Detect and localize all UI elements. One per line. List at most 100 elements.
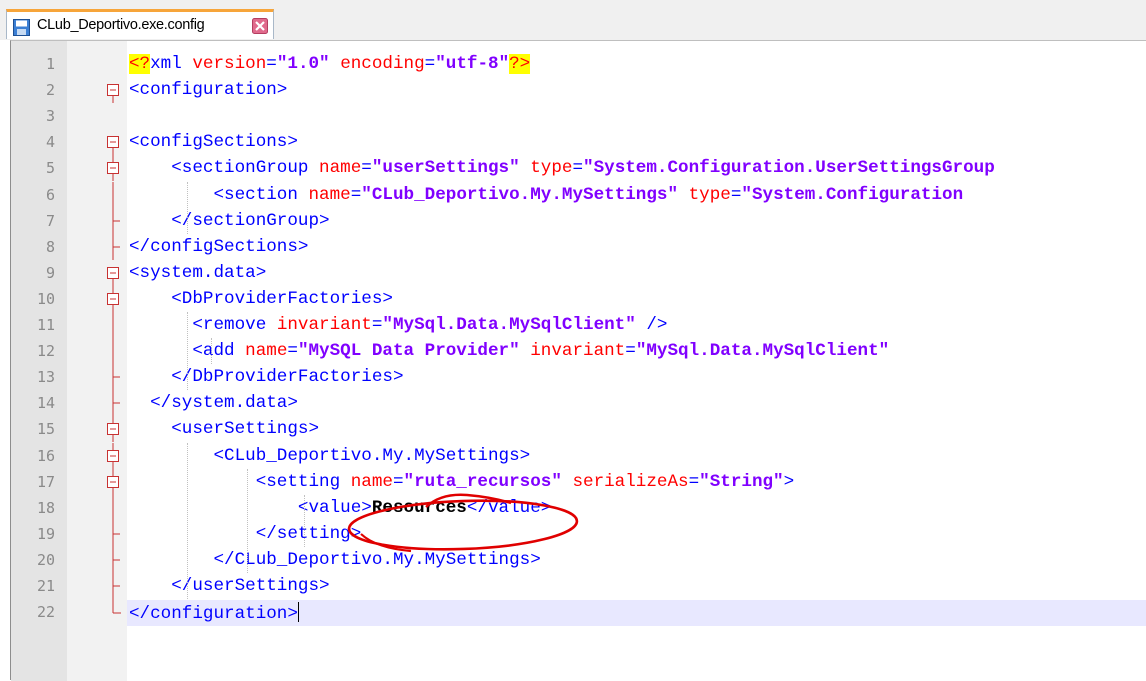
code-text[interactable]: <remove invariant="MySql.Data.MySqlClien…	[129, 315, 668, 335]
code-token: type	[530, 158, 573, 179]
code-text[interactable]: <value>Resources</value>	[129, 498, 551, 518]
code-text[interactable]: <CLub_Deportivo.My.MySettings>	[129, 446, 530, 466]
code-line[interactable]: 11 <remove invariant="MySql.Data.MySqlCl…	[11, 312, 1146, 338]
line-number: 13	[36, 368, 55, 387]
code-token: "ruta_recursos"	[403, 471, 562, 492]
code-text[interactable]: <?xml version="1.0" encoding="utf-8"?>	[129, 54, 531, 74]
fold-toggle-icon[interactable]	[103, 129, 123, 156]
code-text[interactable]: <sectionGroup name="userSettings" type="…	[129, 158, 995, 178]
code-line[interactable]: 10 <DbProviderFactories>	[11, 285, 1146, 312]
code-text[interactable]: </sectionGroup>	[129, 211, 329, 231]
code-line[interactable]: 1 <?xml version="1.0" encoding="utf-8"?>	[11, 51, 1146, 77]
fold-toggle-icon[interactable]	[103, 416, 123, 443]
code-line[interactable]: 17 <setting name="ruta_recursos" seriali…	[11, 468, 1146, 495]
code-text[interactable]: <setting name="ruta_recursos" serializeA…	[129, 471, 795, 492]
code-line[interactable]: 22 </configuration>	[11, 599, 1146, 627]
code-token: "System.Configuration	[741, 184, 964, 205]
code-token: <system.data>	[129, 262, 267, 283]
fold-toggle-icon[interactable]	[103, 468, 123, 495]
code-line[interactable]: 4 <configSections>	[11, 129, 1146, 156]
fold-line-icon	[112, 494, 114, 521]
line-number: 18	[36, 498, 55, 517]
code-text[interactable]: <configuration>	[129, 80, 287, 100]
code-token: =	[424, 54, 436, 74]
code-text[interactable]: </DbProviderFactories>	[129, 367, 403, 387]
fold-line-icon	[112, 520, 120, 547]
code-text[interactable]: </configSections>	[129, 237, 309, 257]
code-text[interactable]: <DbProviderFactories>	[129, 289, 393, 309]
fold-line-icon	[112, 546, 120, 573]
code-text[interactable]: <system.data>	[129, 263, 266, 283]
code-text[interactable]: <configSections>	[129, 132, 298, 152]
fold-line-icon	[112, 338, 114, 365]
code-line[interactable]: 13 </DbProviderFactories>	[11, 364, 1146, 391]
code-line[interactable]: 3	[11, 103, 1146, 129]
code-text[interactable]: </CLub_Deportivo.My.MySettings>	[129, 550, 540, 570]
code-token: "userSettings"	[371, 158, 520, 179]
code-token: =	[287, 341, 298, 362]
line-number: 11	[36, 316, 55, 334]
fold-toggle-icon[interactable]	[103, 442, 123, 469]
code-token: <remove	[129, 315, 277, 335]
fold-toggle-icon[interactable]	[103, 155, 123, 182]
code-token: name	[245, 341, 288, 362]
code-token: "System.Configuration.UserSettingsGroup	[583, 158, 995, 179]
code-text[interactable]: <section name="CLub_Deportivo.My.MySetti…	[129, 185, 963, 205]
code-line[interactable]: 19 </setting>	[11, 520, 1146, 547]
line-number: 14	[36, 394, 55, 413]
code-text[interactable]: </configuration>	[129, 602, 299, 624]
fold-line-icon	[112, 364, 120, 391]
code-token: =	[361, 158, 372, 179]
code-text[interactable]: </system.data>	[129, 393, 298, 413]
code-line[interactable]: 21 </userSettings>	[11, 573, 1146, 599]
code-line[interactable]: 12 <add name="MySQL Data Provider" invar…	[11, 338, 1146, 365]
close-tab-icon[interactable]	[252, 18, 268, 34]
code-line[interactable]: 5 <sectionGroup name="userSettings" type…	[11, 155, 1146, 182]
code-line[interactable]: 7 </sectionGroup>	[11, 207, 1146, 234]
fold-line-icon	[112, 573, 120, 599]
line-number: 2	[45, 81, 55, 100]
code-token: encoding	[340, 54, 425, 74]
fold-toggle-icon[interactable]	[103, 77, 123, 104]
code-line[interactable]: 20 </CLub_Deportivo.My.MySettings>	[11, 546, 1146, 573]
fold-toggle-icon[interactable]	[103, 285, 123, 312]
code-line[interactable]: 18 <value>Resources</value>	[11, 494, 1146, 521]
code-line[interactable]: 8 </configSections>	[11, 233, 1146, 260]
fold-line-icon	[112, 390, 120, 417]
code-line[interactable]: 14 </system.data>	[11, 390, 1146, 417]
code-token: <section	[129, 184, 309, 205]
floppy-save-icon	[13, 19, 30, 36]
code-line[interactable]: 2 <configuration>	[11, 77, 1146, 104]
fold-line-icon	[112, 207, 120, 234]
code-line[interactable]: 15 <userSettings>	[11, 416, 1146, 443]
code-text[interactable]: <userSettings>	[129, 419, 319, 439]
fold-toggle-icon[interactable]	[103, 260, 123, 286]
code-token: </value>	[466, 497, 552, 518]
code-token: name	[319, 158, 362, 179]
file-tab[interactable]: CLub_Deportivo.exe.config	[6, 9, 274, 39]
line-number: 21	[36, 577, 55, 595]
code-token: =	[688, 471, 700, 492]
code-area[interactable]: 1 <?xml version="1.0" encoding="utf-8"?> 2…	[11, 41, 1146, 681]
code-text[interactable]: </setting>	[129, 524, 362, 544]
code-token: />	[635, 315, 668, 335]
code-token: "MySql.Data.MySqlClient"	[635, 341, 890, 362]
code-text[interactable]: </userSettings>	[129, 576, 329, 596]
code-token: <setting	[129, 471, 351, 492]
code-line[interactable]: 16 <CLub_Deportivo.My.MySettings>	[11, 442, 1146, 469]
fold-line-icon	[112, 181, 114, 208]
line-number: 19	[36, 524, 55, 543]
code-text[interactable]: <add name="MySQL Data Provider" invarian…	[129, 341, 900, 361]
code-token: <?	[129, 54, 151, 74]
code-token: "1.0"	[276, 54, 330, 74]
code-token: type	[688, 184, 731, 205]
code-token: =	[371, 315, 383, 335]
code-line[interactable]: 6 <section name="CLub_Deportivo.My.MySet…	[11, 181, 1146, 208]
code-line[interactable]: 9 <system.data>	[11, 260, 1146, 286]
code-editor[interactable]: 1 <?xml version="1.0" encoding="utf-8"?> 2…	[10, 40, 1146, 681]
indent-guide	[247, 468, 248, 573]
line-number: 22	[36, 603, 55, 622]
